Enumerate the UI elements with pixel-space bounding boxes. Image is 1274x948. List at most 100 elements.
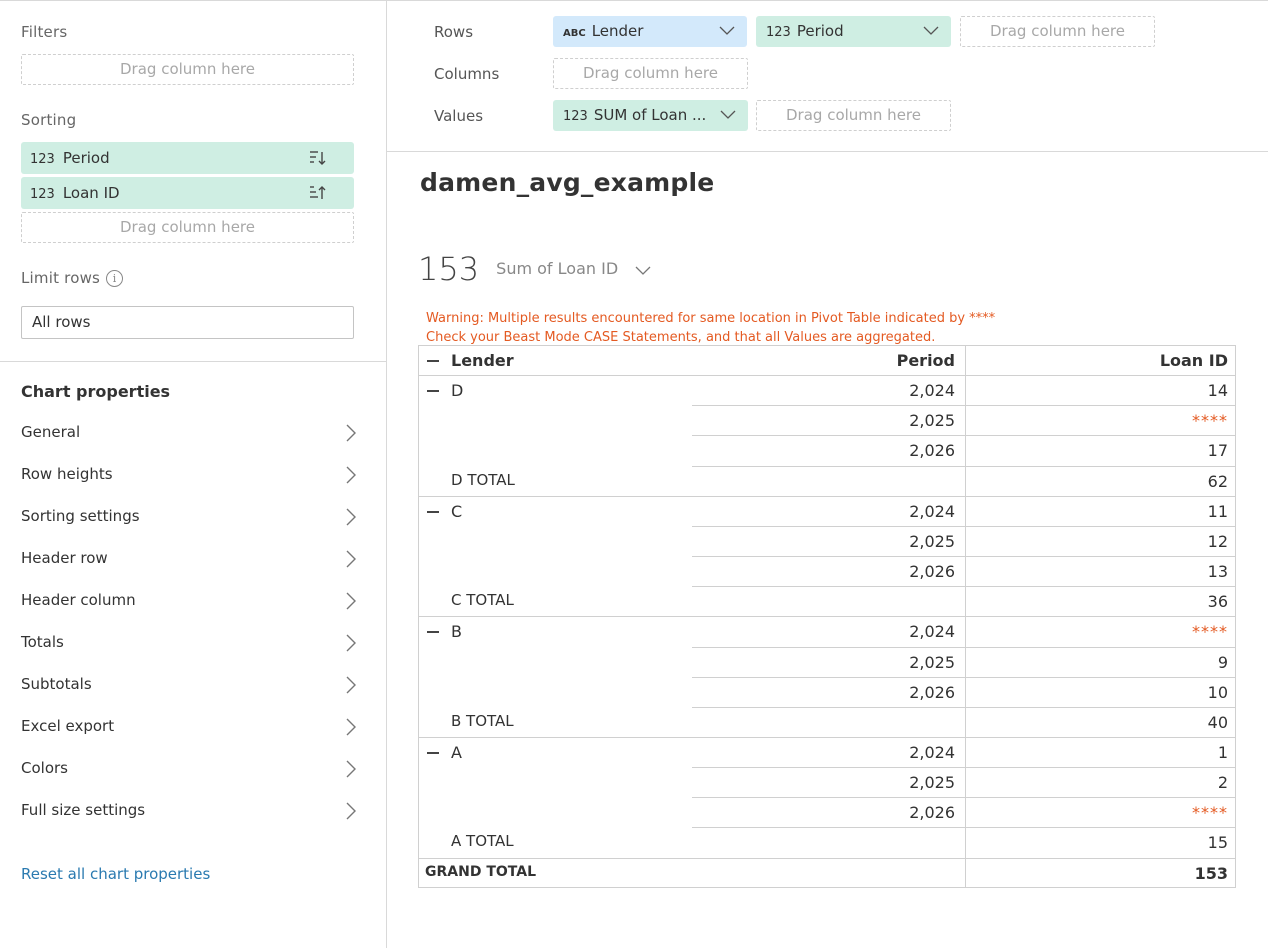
period-cell: 2,025 bbox=[909, 532, 955, 551]
chart-property-item[interactable]: Header column bbox=[21, 586, 361, 614]
warning-line-1: Warning: Multiple results encountered fo… bbox=[426, 311, 996, 326]
chart-property-label: Full size settings bbox=[21, 801, 146, 819]
chart-property-item[interactable]: Sorting settings bbox=[21, 502, 361, 530]
number-type-icon: 123 bbox=[766, 25, 791, 40]
chart-property-item[interactable]: Totals bbox=[21, 628, 361, 656]
number-type-icon: 123 bbox=[30, 152, 55, 167]
row-divider bbox=[692, 677, 1235, 678]
subtotal-label: C TOTAL bbox=[451, 591, 514, 609]
header-period[interactable]: Period bbox=[897, 346, 955, 376]
value-pill-loan-id[interactable]: 123 SUM of Loan ... bbox=[553, 100, 748, 131]
subtotal-label: A TOTAL bbox=[451, 832, 514, 850]
summary-label: Sum of Loan ID bbox=[496, 259, 619, 278]
lender-cell: C bbox=[451, 502, 463, 521]
row-divider bbox=[692, 797, 1235, 798]
chart-property-item[interactable]: Full size settings bbox=[21, 796, 361, 824]
row-divider bbox=[692, 405, 1235, 406]
chart-properties-title: Chart properties bbox=[21, 382, 171, 401]
header-loan-id[interactable]: Loan ID bbox=[1160, 346, 1228, 376]
group-divider bbox=[419, 737, 1235, 738]
chevron-right-icon bbox=[346, 634, 356, 652]
collapse-group-icon[interactable] bbox=[427, 390, 439, 392]
sort-descending-icon[interactable] bbox=[308, 148, 328, 168]
pivot-config-panel: Rows Columns Values ABC Lender 123 Period … bbox=[387, 0, 1268, 152]
rows-drop-zone[interactable]: Drag column here bbox=[960, 16, 1155, 47]
warning-message: Warning: Multiple results encountered fo… bbox=[426, 309, 995, 347]
chevron-down-icon[interactable] bbox=[922, 23, 940, 37]
sort-item-loan-id[interactable]: 123 Loan ID bbox=[21, 177, 354, 209]
chart-property-label: Sorting settings bbox=[21, 507, 140, 525]
sort-item-label: Loan ID bbox=[62, 184, 120, 202]
info-icon[interactable]: i bbox=[106, 270, 124, 287]
chart-property-item[interactable]: Header row bbox=[21, 544, 361, 572]
chart-property-item[interactable]: General bbox=[21, 418, 361, 446]
text-type-icon: ABC bbox=[563, 28, 586, 39]
chart-property-item[interactable]: Row heights bbox=[21, 460, 361, 488]
chart-property-label: Excel export bbox=[21, 717, 115, 735]
grand-total-value: 153 bbox=[1194, 864, 1228, 883]
chart-property-item[interactable]: Subtotals bbox=[21, 670, 361, 698]
period-cell: 2,024 bbox=[909, 743, 955, 762]
sorting-drop-zone[interactable]: Drag column here bbox=[21, 212, 354, 243]
period-cell: 2,024 bbox=[909, 381, 955, 400]
loan-id-cell: **** bbox=[1192, 622, 1228, 641]
chevron-right-icon bbox=[346, 550, 356, 568]
row-divider bbox=[692, 586, 1235, 587]
loan-id-cell: **** bbox=[1192, 803, 1228, 822]
chart-property-label: Totals bbox=[21, 633, 64, 651]
summary-value: 153 bbox=[418, 250, 480, 288]
header-lender[interactable]: Lender bbox=[451, 346, 514, 376]
group-divider bbox=[419, 858, 1235, 859]
period-cell: 2,026 bbox=[909, 803, 955, 822]
lender-cell: A bbox=[451, 743, 462, 762]
chevron-right-icon bbox=[346, 718, 356, 736]
row-pill-label: Period bbox=[796, 22, 844, 40]
chart-property-item[interactable]: Colors bbox=[21, 754, 361, 782]
row-divider bbox=[692, 435, 1235, 436]
chevron-right-icon bbox=[346, 466, 356, 484]
chart-property-label: Header row bbox=[21, 549, 108, 567]
period-cell: 2,025 bbox=[909, 773, 955, 792]
divider bbox=[0, 361, 387, 362]
row-pill-lender[interactable]: ABC Lender bbox=[553, 16, 747, 47]
left-panel: Filters Drag column here Sorting 123 Peri… bbox=[0, 0, 387, 948]
reset-chart-properties-link[interactable]: Reset all chart properties bbox=[21, 865, 210, 883]
row-divider bbox=[692, 647, 1235, 648]
limit-rows-title: Limit rows i bbox=[21, 269, 124, 287]
period-cell: 2,025 bbox=[909, 653, 955, 672]
loan-id-cell: 1 bbox=[1217, 743, 1228, 762]
collapse-group-icon[interactable] bbox=[427, 752, 439, 754]
limit-rows-input[interactable]: All rows bbox=[21, 306, 354, 339]
subtotal-label: B TOTAL bbox=[451, 712, 514, 730]
period-cell: 2,026 bbox=[909, 562, 955, 581]
chevron-down-icon[interactable] bbox=[719, 107, 737, 121]
loan-id-cell: 9 bbox=[1217, 653, 1228, 672]
loan-id-cell: **** bbox=[1192, 411, 1228, 430]
sort-ascending-icon[interactable] bbox=[308, 183, 328, 203]
row-divider bbox=[692, 466, 1235, 467]
columns-drop-zone[interactable]: Drag column here bbox=[553, 58, 748, 89]
lender-cell: D bbox=[451, 381, 464, 400]
loan-id-cell: 17 bbox=[1207, 441, 1228, 460]
chevron-right-icon bbox=[346, 676, 356, 694]
chevron-right-icon bbox=[346, 592, 356, 610]
header-divider bbox=[419, 375, 1235, 376]
collapse-group-icon[interactable] bbox=[427, 631, 439, 633]
summary-number[interactable]: 153 Sum of Loan ID bbox=[418, 250, 651, 288]
period-cell: 2,025 bbox=[909, 411, 955, 430]
filters-title: Filters bbox=[21, 23, 68, 41]
row-divider bbox=[692, 526, 1235, 527]
collapse-all-icon[interactable] bbox=[427, 360, 439, 362]
row-divider bbox=[692, 556, 1235, 557]
chart-property-item[interactable]: Excel export bbox=[21, 712, 361, 740]
chevron-down-icon[interactable] bbox=[718, 23, 736, 37]
chart-property-label: Colors bbox=[21, 759, 68, 777]
period-cell: 2,026 bbox=[909, 441, 955, 460]
row-pill-period[interactable]: 123 Period bbox=[756, 16, 951, 47]
collapse-group-icon[interactable] bbox=[427, 511, 439, 513]
sort-item-period[interactable]: 123 Period bbox=[21, 142, 354, 174]
chevron-down-icon[interactable] bbox=[635, 266, 651, 276]
chart-property-label: General bbox=[21, 423, 81, 441]
filters-drop-zone[interactable]: Drag column here bbox=[21, 54, 354, 85]
values-drop-zone[interactable]: Drag column here bbox=[756, 100, 951, 131]
